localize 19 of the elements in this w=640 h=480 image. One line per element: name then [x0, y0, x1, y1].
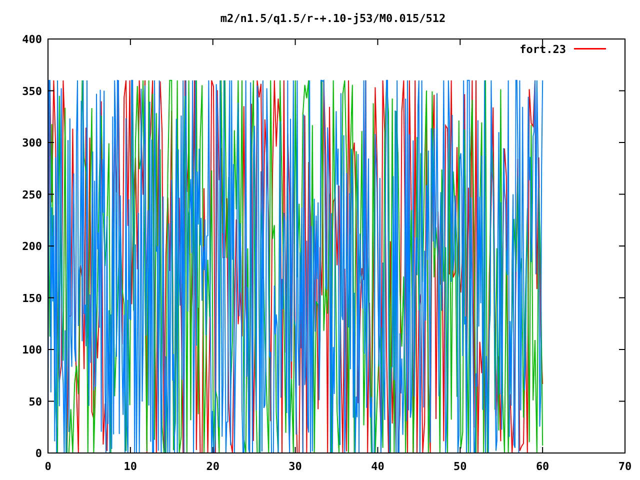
y-tick-label: 300 — [22, 136, 42, 150]
y-tick-label: 400 — [22, 33, 42, 46]
x-tick-label: 50 — [454, 460, 467, 473]
x-tick-label: 30 — [288, 460, 302, 473]
x-tick-label: 60 — [536, 460, 550, 473]
y-tick-label: 200 — [22, 240, 42, 253]
x-tick-label: 20 — [206, 460, 220, 473]
x-tick-label: 70 — [618, 460, 632, 473]
y-tick-label: 250 — [22, 188, 42, 202]
y-tick-label: 0 — [35, 447, 42, 460]
x-tick-label: 10 — [124, 460, 138, 473]
y-tick-label: 100 — [22, 344, 42, 356]
legend-label: fort.23 — [520, 43, 566, 56]
x-tick-label: 40 — [371, 460, 384, 473]
y-tick-label: 350 — [22, 84, 42, 98]
chart-title: m2/n1.5/q1.5/r-+.10-j53/M0.015/512 — [220, 12, 446, 25]
y-tick-label: 50 — [28, 395, 42, 408]
y-tick-label: 150 — [22, 292, 42, 305]
x-tick-label: 0 — [44, 460, 52, 473]
